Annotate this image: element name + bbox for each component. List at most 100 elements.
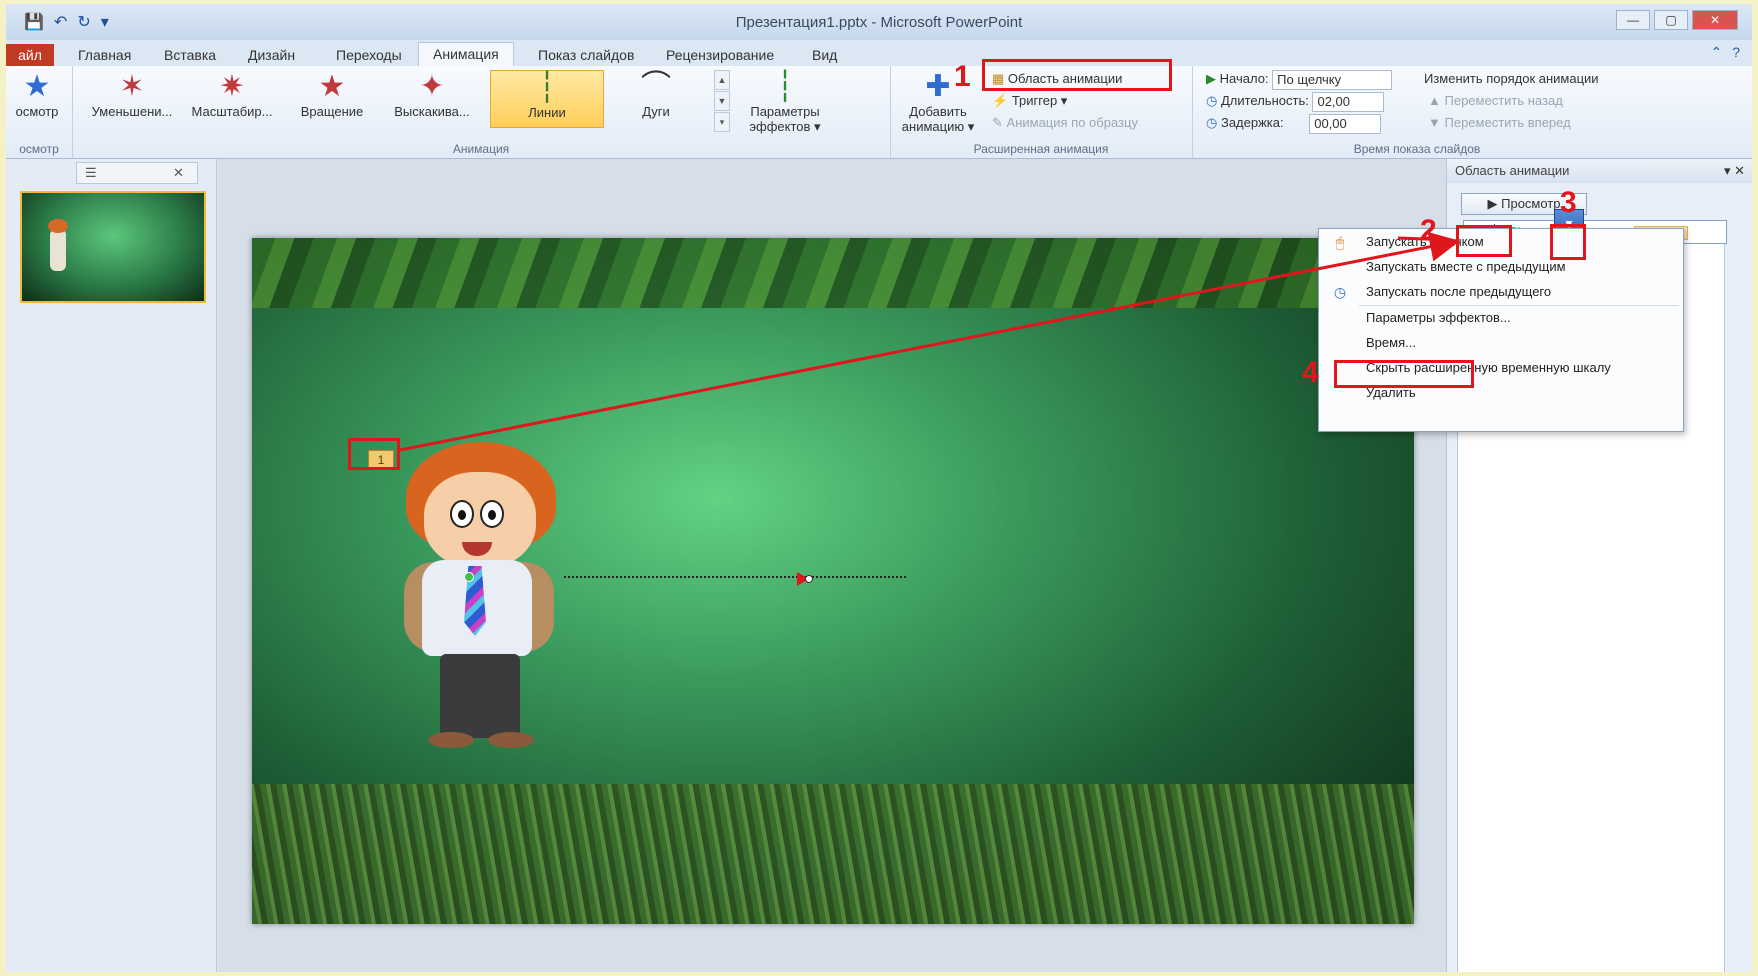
close-button[interactable]: ✕ [1692, 10, 1738, 30]
maximize-button[interactable]: ▢ [1654, 10, 1688, 30]
gallery-down-button[interactable]: ▼ [714, 91, 730, 111]
window-title: Презентация1.pptx - Microsoft PowerPoint [735, 14, 1023, 31]
preview-group: ★ осмотр осмотр [6, 66, 73, 158]
left-eye-shape [450, 500, 474, 528]
pants-shape [440, 654, 520, 738]
menu-item-start-after-previous[interactable]: ◷ Запускать после предыдущего [1319, 281, 1683, 303]
boy-picture[interactable] [388, 442, 568, 752]
shrink-star-icon: ✶ [119, 70, 145, 103]
minimize-button[interactable]: — [1616, 10, 1650, 30]
gallery-up-button[interactable]: ▲ [714, 70, 730, 90]
arcs-path-icon: ⌒ [641, 70, 671, 103]
annotation-number-4: 4 [1302, 356, 1319, 389]
effect-shrink-button[interactable]: ✶ Уменьшени... [86, 70, 178, 128]
group-label-animation: Анимация [452, 142, 510, 156]
slide-thumbnail-1[interactable] [20, 191, 206, 303]
right-eye-shape [480, 500, 504, 528]
grass-decoration [252, 784, 1414, 924]
tab-transitions[interactable]: Переходы [322, 44, 416, 66]
animation-pane-button[interactable]: ▦ Область анимации [992, 69, 1122, 89]
animation-painter-icon: ✎ [992, 115, 1003, 130]
start-select[interactable]: По щелчку [1272, 69, 1393, 90]
menu-item-effect-options[interactable]: Параметры эффектов... [1319, 307, 1683, 329]
ribbon: ★ осмотр осмотр ✶ Уменьшени... ✷ Масштаб… [6, 66, 1752, 159]
clock-icon: ◷ [1333, 284, 1347, 300]
tab-design[interactable]: Дизайн [234, 44, 309, 66]
motion-path-start-icon[interactable] [464, 572, 474, 582]
right-shoe-shape [488, 732, 534, 748]
delay-row: ◷ Задержка: 00,00 [1206, 113, 1382, 134]
arrow-down-icon: ▼ [1428, 115, 1441, 130]
slide-canvas[interactable]: 1 [252, 238, 1414, 924]
slide-editor: 1 [218, 159, 1446, 972]
effect-lines-button[interactable]: ┆ Линии [490, 70, 604, 128]
animation-painter-button[interactable]: ✎ Анимация по образцу [992, 113, 1138, 133]
trigger-button[interactable]: ⚡ Триггер ▾ [992, 91, 1067, 111]
duration-row: ◷ Длительность: 02,00 [1206, 91, 1385, 112]
effect-options-button[interactable]: ┆ Параметры эффектов ▾ [740, 70, 830, 134]
tab-animations[interactable]: Анимация [418, 42, 514, 69]
group-label-advanced: Расширенная анимация [973, 142, 1109, 156]
motion-path-end-handle[interactable] [805, 575, 813, 583]
duration-input[interactable]: 02,00 [1312, 91, 1385, 112]
duration-icon: ◷ [1206, 93, 1218, 108]
delay-icon: ◷ [1206, 115, 1218, 130]
left-shoe-shape [428, 732, 474, 748]
leaves-decoration [252, 238, 1414, 308]
tab-slideshow[interactable]: Показ слайдов [524, 44, 648, 66]
effect-spin-button[interactable]: ★ Вращение [286, 70, 378, 128]
preview-star-icon: ★ [23, 70, 51, 103]
lines-path-icon: ┆ [537, 71, 557, 104]
tab-insert[interactable]: Вставка [150, 44, 230, 66]
tab-home[interactable]: Главная [64, 44, 145, 66]
play-icon: ▶ [1487, 196, 1498, 211]
group-label-preview: осмотр [19, 142, 59, 156]
animation-context-menu: 🖱 Запускать щелчком Запускать вместе с п… [1318, 228, 1684, 432]
gallery-more-button[interactable]: ▾ [714, 112, 730, 132]
timing-group: ▶ Начало: По щелчку ◷ Длительность: 02,0… [1192, 66, 1642, 158]
menu-item-start-on-click[interactable]: 🖱 Запускать щелчком [1319, 231, 1683, 253]
effect-bounce-button[interactable]: ✦ Выскакива... [386, 70, 478, 128]
menu-item-timing[interactable]: Время... [1319, 332, 1683, 354]
arrow-up-icon: ▲ [1428, 93, 1441, 108]
tab-view[interactable]: Вид [798, 44, 851, 66]
spin-star-icon: ★ [318, 70, 346, 103]
outline-tab-icon[interactable]: ☰ [85, 163, 97, 183]
reorder-title: Изменить порядок анимации [1424, 71, 1599, 86]
delay-input[interactable]: 00,00 [1309, 113, 1382, 134]
animation-group: ✶ Уменьшени... ✷ Масштабир... ★ Вращение… [72, 66, 891, 158]
effect-options-icon: ┆ [775, 70, 795, 103]
menu-separator [1359, 305, 1679, 306]
move-earlier-button[interactable]: ▲ Переместить назад [1428, 91, 1563, 111]
bounce-star-icon: ✦ [419, 70, 445, 103]
collapse-ribbon-icon[interactable]: ⌃ [1710, 44, 1722, 61]
menu-item-remove[interactable]: Удалить [1319, 382, 1683, 404]
slides-panel: ☰ ✕ [6, 159, 217, 972]
group-label-timing: Время показа слайдов [1353, 142, 1481, 156]
effect-arcs-button[interactable]: ⌒ Дуги [610, 70, 702, 128]
menu-item-start-with-previous[interactable]: Запускать вместе с предыдущим [1319, 256, 1683, 278]
mouse-click-icon: 🖱 [1335, 234, 1345, 250]
slides-panel-tabs: ☰ ✕ [76, 162, 198, 184]
tab-file[interactable]: айл [6, 44, 54, 66]
menu-item-hide-advanced-timeline[interactable]: Скрыть расширенную временную шкалу [1319, 357, 1683, 379]
annotation-number-1: 1 [954, 60, 971, 93]
move-later-button[interactable]: ▼ Переместить вперед [1428, 113, 1571, 133]
motion-path-line[interactable] [564, 576, 906, 578]
powerpoint-window: 💾 ↶ ↻ ▾ Презентация1.pptx - Microsoft Po… [6, 4, 1752, 972]
trigger-icon: ⚡ [992, 93, 1009, 108]
tab-review[interactable]: Рецензирование [652, 44, 788, 66]
annotation-number-2: 2 [1420, 214, 1437, 247]
help-icon[interactable]: ? [1732, 44, 1740, 61]
animation-pane-icon: ▦ [992, 71, 1005, 86]
window-controls: — ▢ ✕ [1616, 10, 1738, 30]
close-panel-icon[interactable]: ✕ [173, 163, 184, 183]
preview-button[interactable]: ★ осмотр [6, 70, 68, 128]
start-row: ▶ Начало: По щелчку [1206, 69, 1393, 90]
animation-pane-controls[interactable]: ▾ ✕ [1724, 159, 1745, 183]
effect-zoom-button[interactable]: ✷ Масштабир... [186, 70, 278, 128]
title-bar: 💾 ↶ ↻ ▾ Презентация1.pptx - Microsoft Po… [6, 4, 1752, 44]
start-icon: ▶ [1206, 71, 1216, 86]
ribbon-tabs: айл Главная Вставка Дизайн Переходы Аним… [6, 40, 1752, 69]
gallery-scroll: ▲ ▼ ▾ [714, 70, 730, 132]
